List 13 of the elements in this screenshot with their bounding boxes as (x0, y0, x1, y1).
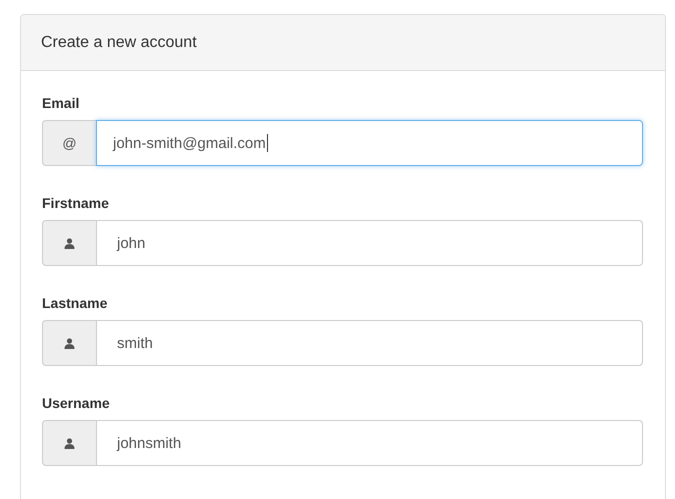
input-field[interactable]: smith (96, 320, 643, 366)
user-icon (64, 438, 75, 448)
field-label: Username (42, 394, 110, 412)
panel-title: Create a new account (41, 34, 197, 52)
input-field[interactable]: john (96, 220, 643, 266)
input-field[interactable]: john-smith@gmail.com (96, 120, 643, 166)
field-label: Firstname (42, 194, 109, 212)
user-icon (64, 238, 75, 248)
field-label: Email (42, 94, 80, 112)
addon-symbol: @ (62, 135, 77, 151)
user-icon (64, 338, 75, 348)
field-label: Lastname (42, 294, 108, 312)
input-field[interactable]: johnsmith (96, 420, 643, 466)
